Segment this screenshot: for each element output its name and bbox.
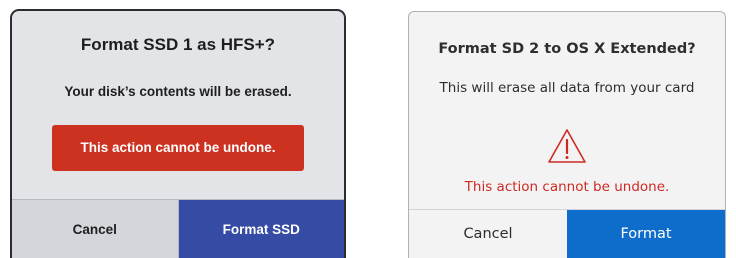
dialog-title: Format SSD 1 as HFS+? <box>80 35 276 54</box>
dialog-title: Format SD 2 to OS X Extended? <box>438 41 696 57</box>
dialog-message: Your disk’s contents will be erased. <box>64 84 292 99</box>
warning-triangle-icon <box>548 129 586 163</box>
warning-text: This action cannot be undone. <box>464 179 670 195</box>
dialog-button-bar: Cancel Format <box>409 209 725 258</box>
warning-banner: This action cannot be undone. <box>52 125 304 171</box>
cancel-button[interactable]: Cancel <box>12 200 179 258</box>
format-hfs-dialog: Format SSD 1 as HFS+? Your disk’s conten… <box>10 9 346 258</box>
cancel-button[interactable]: Cancel <box>409 210 567 258</box>
format-osx-dialog: Format SD 2 to OS X Extended? This will … <box>408 11 726 258</box>
dialog-message: This will erase all data from your card <box>439 80 695 96</box>
format-button[interactable]: Format <box>567 210 725 258</box>
format-ssd-button[interactable]: Format SSD <box>178 200 344 258</box>
dialog-button-bar: Cancel Format SSD <box>12 199 344 258</box>
